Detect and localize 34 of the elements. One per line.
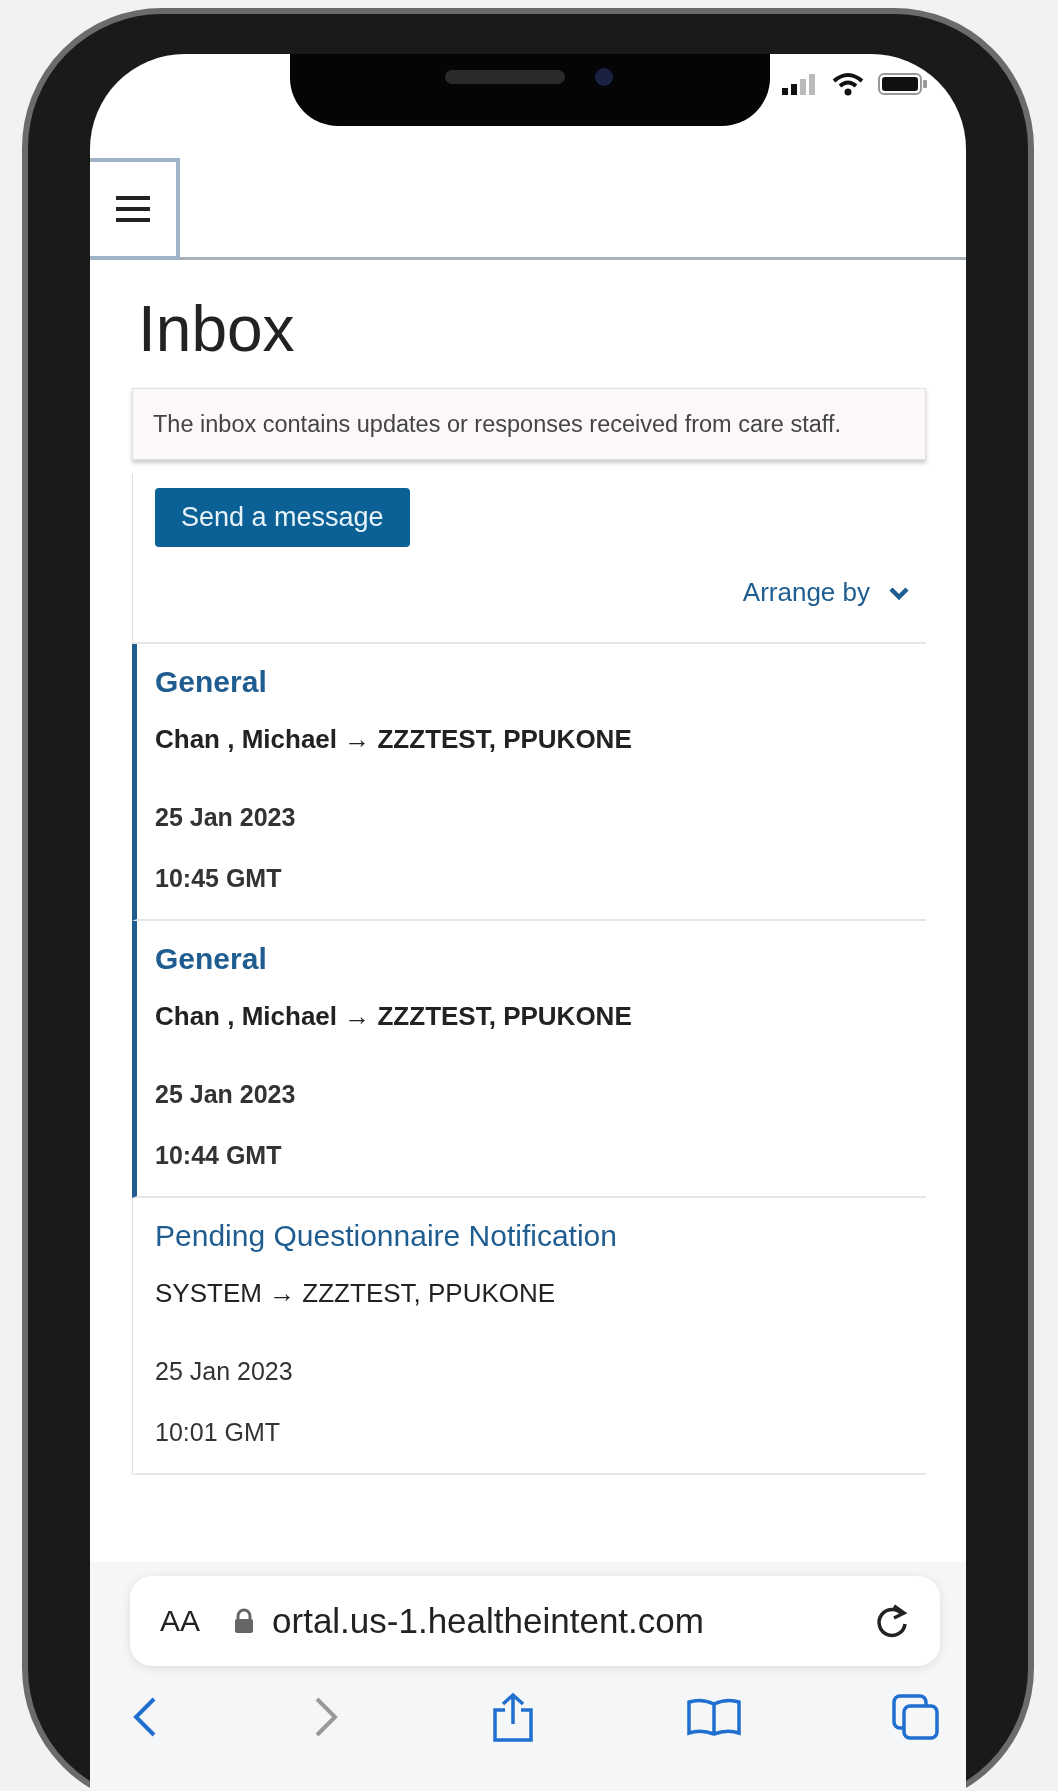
text-size-button[interactable]: AA [160, 1604, 201, 1638]
share-button[interactable] [491, 1692, 535, 1742]
chevron-down-icon [888, 585, 910, 600]
lock-icon [234, 1608, 255, 1634]
camera-lens [595, 68, 613, 86]
message-route: Chan , Michael → ZZZTEST, PPUKONE [155, 1001, 633, 1032]
tabs-button[interactable] [892, 1694, 940, 1740]
wifi-icon [832, 72, 864, 96]
info-notice: The inbox contains updates or responses received from care staff. [132, 388, 926, 460]
signal-icon [782, 73, 818, 95]
message-category: General [155, 664, 267, 700]
menu-button[interactable] [90, 158, 180, 260]
send-message-button[interactable]: Send a message [155, 488, 410, 547]
page-title: Inbox [138, 292, 296, 366]
message-route: SYSTEM → ZZZTEST, PPUKONE [155, 1278, 557, 1309]
message-time: 10:45 GMT [155, 864, 283, 893]
message-category: Pending Questionnaire Notification [155, 1218, 617, 1254]
message-time: 10:44 GMT [155, 1141, 283, 1170]
address-bar[interactable]: AA ortal.us-1.healtheintent.com [130, 1576, 940, 1666]
message-route: Chan , Michael → ZZZTEST, PPUKONE [155, 724, 633, 755]
message-date: 25 Jan 2023 [155, 1080, 297, 1109]
arrange-by-dropdown[interactable]: Arrange by [742, 577, 910, 608]
reload-icon[interactable] [874, 1602, 910, 1640]
message-time: 10:01 GMT [155, 1418, 282, 1447]
message-category: General [155, 941, 267, 977]
message-date: 25 Jan 2023 [155, 1357, 294, 1386]
message-item[interactable]: General Chan , Michael → ZZZTEST, PPUKONE 25 Jan 2023 10:45 GMT [132, 644, 926, 921]
url-text: ortal.us-1.healtheintent.com [272, 1601, 704, 1641]
message-item[interactable]: Pending Questionnaire Notification SYSTEM → ZZZTEST, PPUKONE 25 Jan 2023 10:01 GMT [132, 1198, 926, 1475]
message-item[interactable]: General Chan , Michael → ZZZTEST, PPUKONE 25 Jan 2023 10:44 GMT [132, 921, 926, 1198]
bookmarks-button[interactable] [685, 1697, 742, 1737]
battery-icon [878, 72, 928, 96]
message-date: 25 Jan 2023 [155, 803, 297, 832]
menu-icon [116, 196, 150, 222]
